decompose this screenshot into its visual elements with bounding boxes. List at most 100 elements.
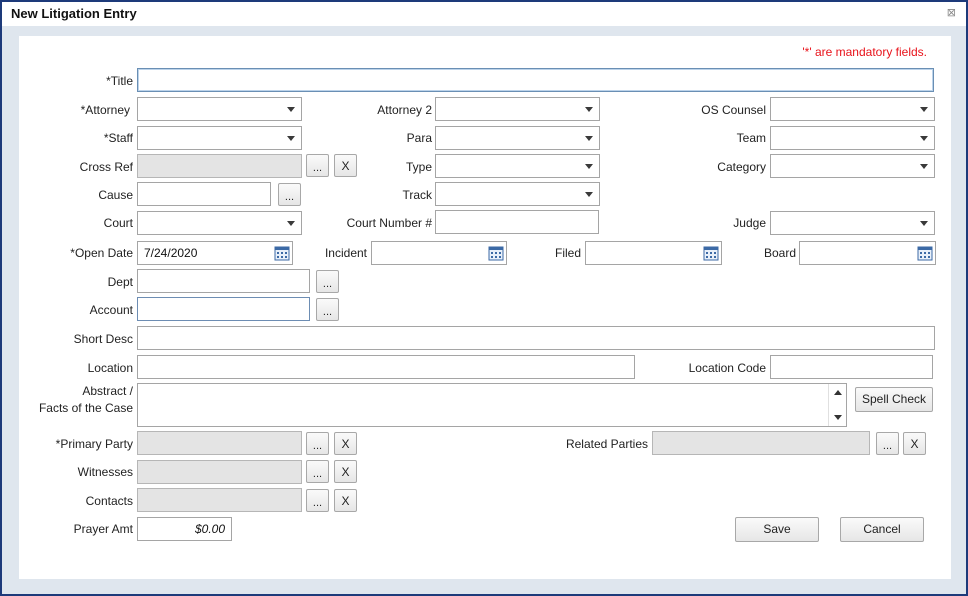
staff-select[interactable] (137, 126, 302, 150)
attorney2-label: Attorney 2 (377, 103, 432, 117)
os-counsel-select[interactable] (770, 97, 935, 121)
contacts-input[interactable] (137, 488, 302, 512)
title-bar: New Litigation Entry ⊠ (2, 2, 966, 26)
spell-check-button[interactable]: Spell Check (855, 387, 933, 412)
account-input[interactable] (137, 297, 310, 321)
cause-browse-button[interactable]: ... (278, 183, 301, 206)
mandatory-fields-note: '*' are mandatory fields. (802, 45, 927, 59)
related-parties-input[interactable] (652, 431, 870, 455)
primary-party-input[interactable] (137, 431, 302, 455)
cross-ref-browse-button[interactable]: ... (306, 154, 329, 177)
cause-input[interactable] (137, 182, 271, 206)
contacts-clear-button[interactable]: X (334, 489, 357, 512)
calendar-icon[interactable] (488, 245, 504, 261)
board-input[interactable] (799, 241, 936, 265)
chevron-down-icon[interactable] (281, 127, 301, 149)
attorney-label: *Attorney (80, 103, 130, 117)
calendar-icon[interactable] (274, 245, 290, 261)
category-select[interactable] (770, 154, 935, 178)
filed-label: Filed (554, 246, 581, 260)
open-date-input[interactable]: 7/24/2020 (137, 241, 293, 265)
track-select[interactable] (435, 182, 600, 206)
court-number-input[interactable] (435, 210, 599, 234)
short-desc-label: Short Desc (73, 332, 133, 346)
location-input[interactable] (137, 355, 635, 379)
chevron-down-icon[interactable] (914, 155, 934, 177)
incident-input[interactable] (371, 241, 507, 265)
related-parties-label: Related Parties (565, 437, 648, 451)
dept-label: Dept (107, 275, 133, 289)
abstract-label-line1: Abstract / (82, 384, 133, 398)
category-label: Category (717, 160, 766, 174)
chevron-down-icon[interactable] (579, 127, 599, 149)
title-input[interactable] (137, 68, 934, 92)
scroll-up-arrow-icon[interactable] (834, 390, 842, 395)
chevron-down-icon[interactable] (914, 127, 934, 149)
prayer-amt-input[interactable]: $0.00 (137, 517, 232, 541)
cross-ref-clear-button[interactable]: X (334, 154, 357, 177)
board-label: Board (763, 246, 796, 260)
primary-party-browse-button[interactable]: ... (306, 432, 329, 455)
track-label: Track (402, 188, 432, 202)
witnesses-clear-button[interactable]: X (334, 460, 357, 483)
court-select[interactable] (137, 211, 302, 235)
cause-label: Cause (98, 188, 133, 202)
os-counsel-label: OS Counsel (701, 103, 766, 117)
contacts-browse-button[interactable]: ... (306, 489, 329, 512)
account-browse-button[interactable]: ... (316, 298, 339, 321)
form-panel: '*' are mandatory fields. *Title *Attorn… (19, 36, 951, 579)
primary-party-label: *Primary Party (55, 437, 133, 451)
dept-input[interactable] (137, 269, 310, 293)
account-label: Account (89, 303, 133, 317)
chevron-down-icon[interactable] (281, 212, 301, 234)
location-label: Location (87, 361, 133, 375)
primary-party-clear-button[interactable]: X (334, 432, 357, 455)
witnesses-browse-button[interactable]: ... (306, 460, 329, 483)
chevron-down-icon[interactable] (579, 183, 599, 205)
type-select[interactable] (435, 154, 600, 178)
title-label: *Title (106, 74, 133, 88)
witnesses-input[interactable] (137, 460, 302, 484)
abstract-scrollbar[interactable] (828, 384, 846, 426)
para-label: Para (406, 131, 432, 145)
filed-input[interactable] (585, 241, 722, 265)
calendar-icon[interactable] (917, 245, 933, 261)
type-label: Type (405, 160, 432, 174)
cross-ref-input[interactable] (137, 154, 302, 178)
chevron-down-icon[interactable] (579, 98, 599, 120)
related-parties-clear-button[interactable]: X (903, 432, 926, 455)
scroll-down-arrow-icon[interactable] (834, 415, 842, 420)
close-icon[interactable]: ⊠ (947, 6, 956, 19)
judge-select[interactable] (770, 211, 935, 235)
abstract-label-line2: Facts of the Case (38, 401, 133, 415)
cancel-button[interactable]: Cancel (840, 517, 924, 542)
location-code-input[interactable] (770, 355, 933, 379)
open-date-label: *Open Date (70, 246, 133, 260)
staff-label: *Staff (103, 131, 133, 145)
save-button[interactable]: Save (735, 517, 819, 542)
attorney-select[interactable] (137, 97, 302, 121)
court-number-label: Court Number # (346, 216, 432, 230)
chevron-down-icon[interactable] (914, 212, 934, 234)
open-date-value: 7/24/2020 (144, 246, 198, 260)
judge-label: Judge (733, 216, 766, 230)
calendar-icon[interactable] (703, 245, 719, 261)
dept-browse-button[interactable]: ... (316, 270, 339, 293)
para-select[interactable] (435, 126, 600, 150)
new-litigation-entry-window: New Litigation Entry ⊠ '*' are mandatory… (0, 0, 968, 596)
short-desc-input[interactable] (137, 326, 935, 350)
attorney2-select[interactable] (435, 97, 600, 121)
witnesses-label: Witnesses (77, 465, 133, 479)
chevron-down-icon[interactable] (281, 98, 301, 120)
abstract-textarea[interactable] (137, 383, 847, 427)
chevron-down-icon[interactable] (579, 155, 599, 177)
related-parties-browse-button[interactable]: ... (876, 432, 899, 455)
court-label: Court (103, 216, 133, 230)
prayer-amt-label: Prayer Amt (73, 522, 133, 536)
cross-ref-label: Cross Ref (79, 160, 133, 174)
window-title: New Litigation Entry (11, 6, 137, 21)
team-select[interactable] (770, 126, 935, 150)
contacts-label: Contacts (85, 494, 133, 508)
team-label: Team (736, 131, 766, 145)
chevron-down-icon[interactable] (914, 98, 934, 120)
